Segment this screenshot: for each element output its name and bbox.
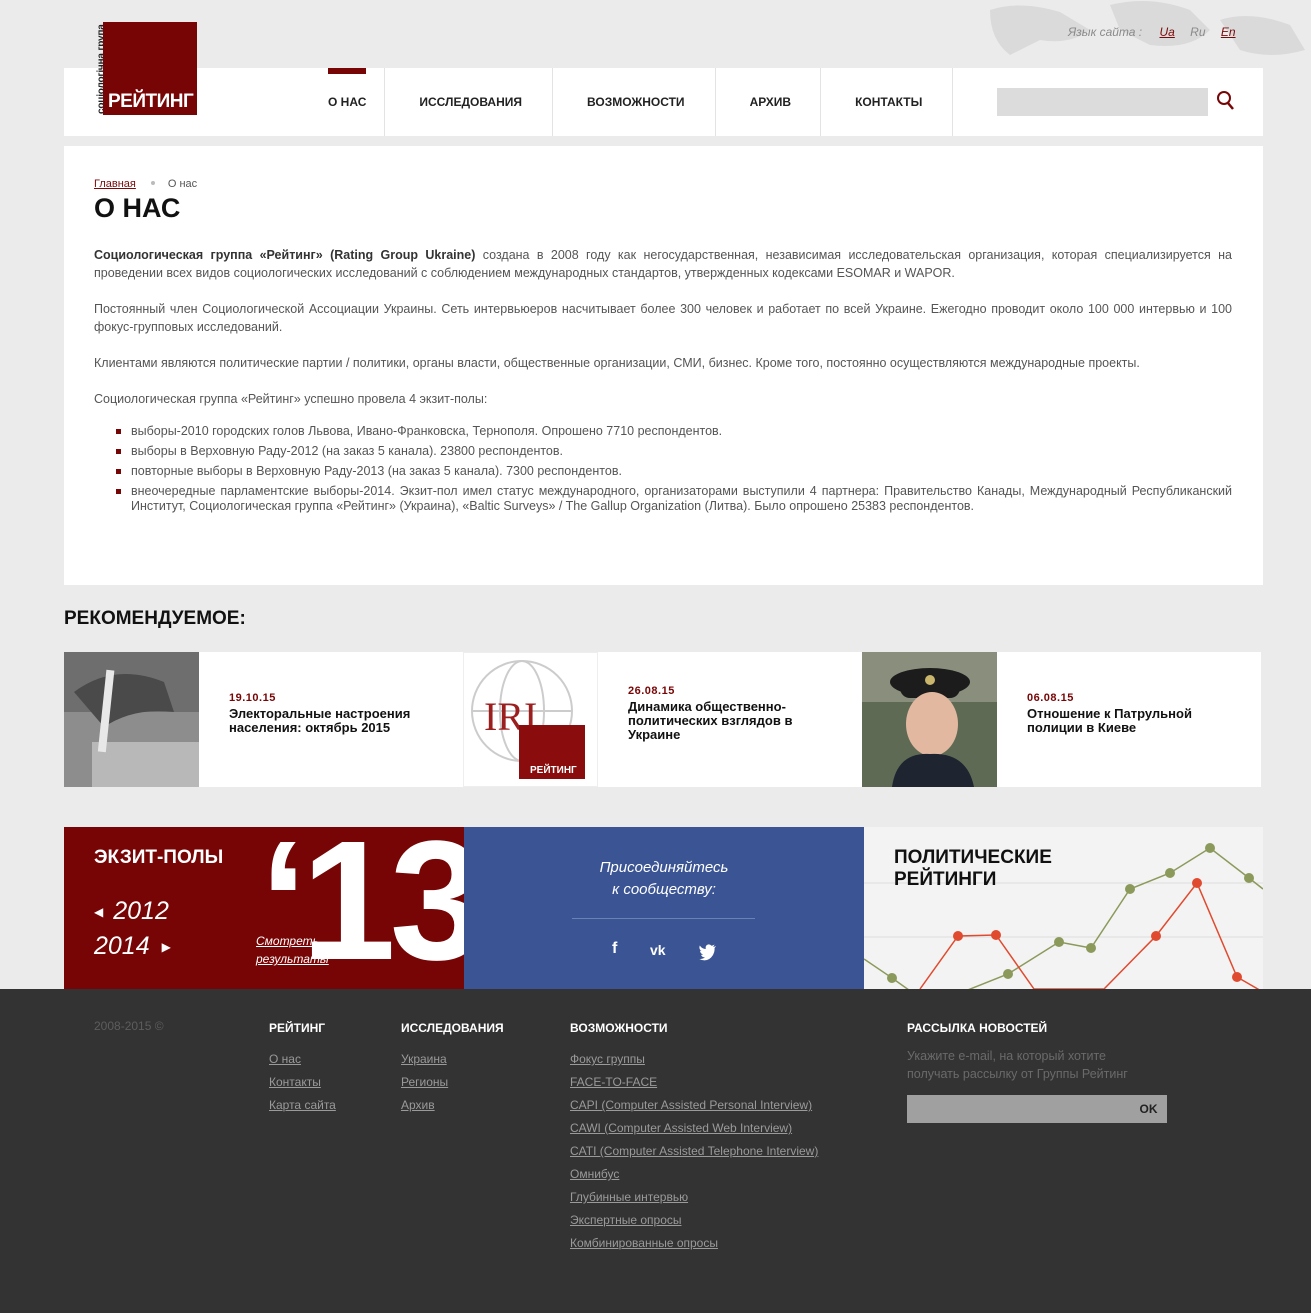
prev-year-label: 2012 [113, 897, 169, 925]
footer-link[interactable]: FACE-TO-FACE [570, 1075, 818, 1090]
recommended-card[interactable]: 06.08.15 Отношение к Патрульной полиции … [862, 652, 1261, 787]
footer-col-title: ВОЗМОЖНОСТИ [570, 1021, 668, 1035]
list-item: внеочередные парламентские выборы-2014. … [116, 484, 1232, 514]
footer-link[interactable]: Регионы [401, 1075, 504, 1090]
footer-col-title: ИССЛЕДОВАНИЯ [401, 1021, 504, 1035]
paragraph-3: Клиентами являются политические партии /… [94, 356, 1140, 370]
footer-link[interactable]: Карта сайта [269, 1098, 336, 1113]
paragraph-1: Социологическая группа «Рейтинг» (Rating… [94, 246, 1232, 282]
chevron-left-icon: ◀ [94, 905, 104, 920]
footer-link[interactable]: Архив [401, 1098, 504, 1113]
newsletter-text: Укажите e-mail, на который хотите получа… [907, 1049, 1128, 1081]
lang-en-link[interactable]: En [1221, 25, 1236, 39]
paragraph-1-bold: Социологическая группа «Рейтинг» (Rating… [94, 248, 476, 262]
footer-link[interactable]: Глубинные интервью [570, 1190, 818, 1205]
breadcrumb-separator [150, 181, 155, 186]
list-item: выборы-2010 городских голов Львова, Иван… [116, 424, 1232, 439]
page-title: О НАС [94, 193, 181, 223]
footer-col-capabilities: ВОЗМОЖНОСТИ Фокус группы FACE-TO-FACE CA… [570, 1021, 818, 1259]
footer-link[interactable]: Омнибус [570, 1167, 818, 1182]
card-title[interactable]: Отношение к Патрульной полиции в Киеве [1027, 707, 1217, 735]
newsletter-submit-button[interactable]: OK [1130, 1095, 1167, 1123]
card-title[interactable]: Динамика общественно-политических взгляд… [628, 700, 818, 742]
newsletter-email-input[interactable] [907, 1095, 1135, 1123]
footer-link[interactable]: Украина [401, 1052, 504, 1067]
breadcrumb-current: О нас [167, 178, 198, 190]
paragraph-2: Постоянный член Социологической Ассоциац… [94, 302, 1232, 334]
see-results-link[interactable]: Смотреть результаты [256, 932, 336, 968]
ballot-box-image [64, 652, 199, 787]
search-input[interactable] [997, 88, 1208, 116]
about-text: Социологическая группа «Рейтинг» (Rating… [94, 246, 1232, 519]
next-year-button[interactable]: 2014 ▶ [94, 932, 171, 961]
nav-about[interactable]: О НАС [310, 68, 386, 136]
main-nav: О НАС ИССЛЕДОВАНИЯ ВОЗМОЖНОСТИ АРХИВ КОН… [310, 68, 954, 136]
iri-logo-image: IRI РЕЙТИНГ [463, 652, 598, 787]
search-icon[interactable] [1215, 90, 1235, 112]
copyright: 2008-2015 © [94, 1019, 164, 1033]
paragraph-4: Социологическая группа «Рейтинг» успешно… [94, 392, 488, 406]
social-panel: Присоединяйтесь к сообществу: f vk [464, 827, 864, 989]
footer-link[interactable]: Фокус группы [570, 1052, 818, 1067]
mini-logo-brand: РЕЙТИНГ [530, 765, 577, 776]
lang-ru-link[interactable]: Ru [1190, 25, 1205, 39]
nav-archive[interactable]: АРХИВ [716, 68, 822, 136]
logo-brand: РЕЙТИНГ [108, 91, 194, 112]
footer-link[interactable]: О нас [269, 1052, 336, 1067]
footer-link[interactable]: CATI (Computer Assisted Telephone Interv… [570, 1144, 818, 1159]
exit-polls-title: ЭКЗИТ-ПОЛЫ [94, 847, 224, 868]
recommended-heading: РЕКОМЕНДУЕМОЕ: [64, 608, 246, 629]
footer-link[interactable]: Комбинированные опросы [570, 1236, 818, 1251]
twitter-icon[interactable] [699, 942, 717, 962]
lang-ua-link[interactable]: Ua [1159, 25, 1174, 39]
exit-polls-panel: ЭКЗИТ-ПОЛЫ ◀ 2012 2014 ▶ ‘13 Смотреть резу… [64, 827, 464, 989]
list-item: выборы в Верховную Раду-2012 (на заказ 5… [116, 444, 1232, 459]
vk-icon[interactable]: vk [650, 942, 666, 962]
list-item: повторные выборы в Верховную Раду-2013 (… [116, 464, 1232, 479]
site-logo[interactable]: соціологічна група РЕЙТИНГ [94, 22, 197, 115]
footer-link[interactable]: Контакты [269, 1075, 336, 1090]
footer-col-rating: РЕЙТИНГ О нас Контакты Карта сайта [269, 1021, 336, 1121]
card-date: 26.08.15 [628, 685, 675, 697]
social-invite-label: Присоединяйтесь к сообществу: [599, 859, 729, 898]
social-invite-text: Присоединяйтесь к сообществу: [464, 857, 864, 901]
footer-link[interactable]: CAPI (Computer Assisted Personal Intervi… [570, 1098, 818, 1113]
card-title[interactable]: Электоральные настроения населения: октя… [229, 707, 419, 735]
breadcrumb-home-link[interactable]: Главная [94, 178, 136, 190]
nav-contacts[interactable]: КОНТАКТЫ [821, 68, 954, 136]
nav-capabilities[interactable]: ВОЗМОЖНОСТИ [553, 68, 716, 136]
language-switcher: Язык сайта : Ua Ru En [1068, 25, 1242, 39]
recommended-card[interactable]: IRI РЕЙТИНГ 26.08.15 Динамика общественн… [463, 652, 862, 787]
facebook-icon[interactable]: f [612, 940, 617, 960]
next-year-label: 2014 [94, 932, 150, 960]
newsletter-title: РАССЫЛКА НОВОСТЕЙ [907, 1021, 1048, 1035]
political-ratings-panel[interactable]: ПОЛИТИЧЕСКИЕ РЕЙТИНГИ [864, 827, 1263, 989]
footer-link[interactable]: Экспертные опросы [570, 1213, 818, 1228]
exit-poll-list: выборы-2010 городских голов Львова, Иван… [116, 424, 1232, 514]
footer-col-research: ИССЛЕДОВАНИЯ Украина Регионы Архив [401, 1021, 504, 1121]
chevron-right-icon: ▶ [161, 940, 171, 955]
footer-link[interactable]: CAWI (Computer Assisted Web Interview) [570, 1121, 818, 1136]
footer-col-title: РЕЙТИНГ [269, 1021, 326, 1035]
breadcrumb: Главная О нас [94, 178, 197, 190]
card-date: 06.08.15 [1027, 692, 1074, 704]
police-officer-image [862, 652, 997, 787]
social-divider [572, 918, 755, 919]
nav-research[interactable]: ИССЛЕДОВАНИЯ [385, 68, 553, 136]
recommended-card[interactable]: 19.10.15 Электоральные настроения населе… [64, 652, 463, 787]
prev-year-button[interactable]: ◀ 2012 [94, 897, 169, 926]
political-ratings-title: ПОЛИТИЧЕСКИЕ РЕЙТИНГИ [894, 847, 1052, 890]
card-date: 19.10.15 [229, 692, 276, 704]
language-label: Язык сайта : [1068, 25, 1143, 39]
